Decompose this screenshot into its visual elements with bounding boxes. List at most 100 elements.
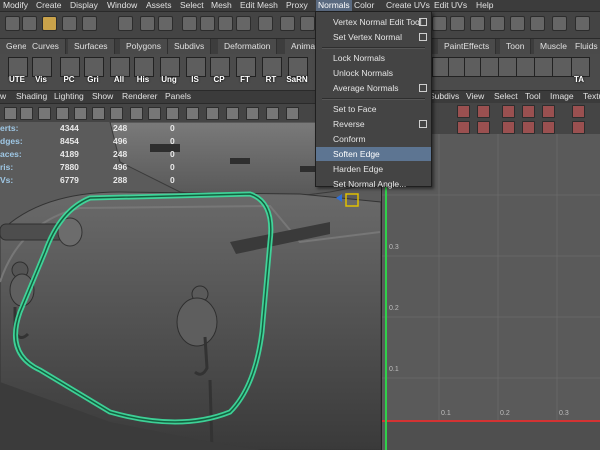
toolbar-icon[interactable]: [575, 16, 590, 31]
uv-tool-icon[interactable]: [542, 121, 555, 134]
panel-tool-icon[interactable]: [286, 107, 299, 120]
toolbar-icon[interactable]: [5, 16, 20, 31]
panel-tool-icon[interactable]: [20, 107, 33, 120]
uv-menu-select[interactable]: Select: [494, 91, 518, 102]
panel-tool-icon[interactable]: [130, 107, 143, 120]
uv-tool-icon[interactable]: [477, 121, 490, 134]
shelf-button-his[interactable]: His: [132, 56, 154, 88]
panel-tool-icon[interactable]: [56, 107, 69, 120]
menu-item-soften-edge[interactable]: Soften Edge: [316, 147, 431, 161]
shelf-button-gri[interactable]: Gri: [82, 56, 104, 88]
toolbar-icon[interactable]: [22, 16, 37, 31]
menu-color[interactable]: Color: [354, 0, 374, 11]
uv-menu-view[interactable]: View: [466, 91, 484, 102]
tab-curves[interactable]: Curves: [26, 39, 66, 54]
panel-tool-icon[interactable]: [74, 107, 87, 120]
menu-normals[interactable]: Normals: [316, 0, 352, 11]
menu-item-set-to-face[interactable]: Set to Face: [316, 102, 431, 116]
shelf-button-cp[interactable]: CP: [208, 56, 230, 88]
panel-menu-shading[interactable]: Shading: [16, 91, 47, 102]
shelf-button-sarn[interactable]: SaRN: [286, 56, 308, 88]
panel-menu-panels[interactable]: Panels: [165, 91, 191, 102]
uv-tool-icon[interactable]: [522, 105, 535, 118]
uv-tool-icon[interactable]: [477, 105, 490, 118]
toolbar-icon[interactable]: [490, 16, 505, 31]
toolbar-icon[interactable]: [62, 16, 77, 31]
panel-menu-w[interactable]: w: [0, 91, 6, 102]
uv-menu-textu[interactable]: Textu: [583, 91, 600, 102]
menu-modify[interactable]: Modify: [3, 0, 28, 11]
panel-menu-show[interactable]: Show: [92, 91, 113, 102]
menu-window[interactable]: Window: [107, 0, 137, 11]
uv-menu-tool[interactable]: Tool: [525, 91, 541, 102]
menu-display[interactable]: Display: [70, 0, 98, 11]
menu-item-vertex-normal-edit-tool[interactable]: Vertex Normal Edit Tool: [316, 15, 431, 29]
menu-create[interactable]: Create: [36, 0, 62, 11]
panel-tool-icon[interactable]: [206, 107, 219, 120]
tab-surfaces[interactable]: Surfaces: [68, 39, 115, 54]
uv-tool-icon[interactable]: [457, 105, 470, 118]
toolbar-icon[interactable]: [236, 16, 251, 31]
uv-tool-icon[interactable]: [572, 121, 585, 134]
menu-edit-uvs[interactable]: Edit UVs: [434, 0, 467, 11]
uv-tool-icon[interactable]: [542, 105, 555, 118]
toolbar-icon[interactable]: [118, 16, 133, 31]
panel-tool-icon[interactable]: [4, 107, 17, 120]
toolbar-icon[interactable]: [182, 16, 197, 31]
option-box-icon[interactable]: [419, 84, 427, 92]
toolbar-icon[interactable]: [158, 16, 173, 31]
panel-tool-icon[interactable]: [226, 107, 239, 120]
menu-help[interactable]: Help: [476, 0, 493, 11]
menu-mesh[interactable]: Mesh: [211, 0, 232, 11]
tab-muscle[interactable]: Muscle: [534, 39, 574, 54]
menu-assets[interactable]: Assets: [146, 0, 172, 11]
uv-menu-subdivs[interactable]: Subdivs: [429, 91, 459, 102]
uv-tool-icon[interactable]: [572, 105, 585, 118]
option-box-icon[interactable]: [419, 33, 427, 41]
panel-tool-icon[interactable]: [38, 107, 51, 120]
panel-tool-icon[interactable]: [92, 107, 105, 120]
toolbar-icon[interactable]: [200, 16, 215, 31]
toolbar-icon[interactable]: [510, 16, 525, 31]
toolbar-icon[interactable]: [82, 16, 97, 31]
tab-painteffects[interactable]: PaintEffects: [438, 39, 497, 54]
panel-menu-lighting[interactable]: Lighting: [54, 91, 84, 102]
panel-menu-renderer[interactable]: Renderer: [122, 91, 157, 102]
uv-tool-icon[interactable]: [502, 121, 515, 134]
toolbar-icon[interactable]: [552, 16, 567, 31]
uv-menu-image[interactable]: Image: [550, 91, 574, 102]
option-box-icon[interactable]: [419, 18, 427, 26]
panel-tool-icon[interactable]: [246, 107, 259, 120]
menu-item-conform[interactable]: Conform: [316, 132, 431, 146]
shelf-button[interactable]: [550, 56, 572, 88]
shelf-button-ung[interactable]: Ung: [158, 56, 180, 88]
uv-tool-icon[interactable]: [522, 121, 535, 134]
shelf-button-rt[interactable]: RT: [260, 56, 282, 88]
menu-proxy[interactable]: Proxy: [286, 0, 308, 11]
menu-item-average-normals[interactable]: Average Normals: [316, 81, 431, 95]
toolbar-icon[interactable]: [300, 16, 315, 31]
panel-tool-icon[interactable]: [266, 107, 279, 120]
tab-fluids[interactable]: Fluids: [569, 39, 600, 54]
menu-item-unlock-normals[interactable]: Unlock Normals: [316, 66, 431, 80]
shelf-button-ft[interactable]: FT: [234, 56, 256, 88]
toolbar-icon[interactable]: [42, 16, 57, 31]
tab-deformation[interactable]: Deformation: [218, 39, 278, 54]
toolbar-icon[interactable]: [218, 16, 233, 31]
toolbar-icon[interactable]: [450, 16, 465, 31]
option-box-icon[interactable]: [419, 120, 427, 128]
panel-tool-icon[interactable]: [148, 107, 161, 120]
uv-tool-icon[interactable]: [502, 105, 515, 118]
menu-item-set-normal-angle[interactable]: Set Normal Angle...: [316, 177, 431, 191]
toolbar-icon[interactable]: [280, 16, 295, 31]
toolbar-icon[interactable]: [470, 16, 485, 31]
menu-item-reverse[interactable]: Reverse: [316, 117, 431, 131]
menu-select[interactable]: Select: [180, 0, 204, 11]
menu-create-uvs[interactable]: Create UVs: [386, 0, 430, 11]
uv-tool-icon[interactable]: [457, 121, 470, 134]
toolbar-icon[interactable]: [530, 16, 545, 31]
tab-polygons[interactable]: Polygons: [120, 39, 168, 54]
menu-edit-mesh[interactable]: Edit Mesh: [240, 0, 278, 11]
panel-tool-icon[interactable]: [186, 107, 199, 120]
menu-item-lock-normals[interactable]: Lock Normals: [316, 51, 431, 65]
